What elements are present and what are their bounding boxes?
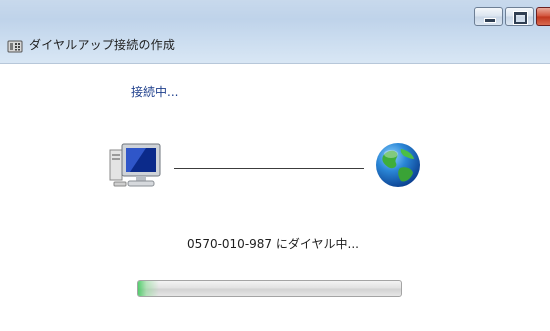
dialing-message: 0570-010-987 にダイヤル中... — [187, 237, 359, 251]
dialup-connection-window: ダイヤルアップ接続の作成 接続中... 0570-010-987 にダイヤル中.… — [0, 0, 550, 331]
header-divider — [0, 63, 550, 64]
dialing-message-row: 0570-010-987 にダイヤル中... — [0, 235, 550, 252]
caption-buttons — [474, 7, 550, 26]
computer-icon — [108, 142, 162, 190]
minimize-icon — [484, 18, 496, 23]
window-header: ダイヤルアップ接続の作成 — [0, 0, 550, 64]
window-title: ダイヤルアップ接続の作成 — [29, 38, 176, 52]
connection-line — [174, 168, 364, 169]
maximize-icon — [513, 11, 528, 25]
progress-fill — [138, 281, 160, 296]
connection-progress-bar — [137, 280, 402, 297]
connection-status: 接続中... — [131, 85, 179, 99]
globe-icon — [374, 140, 422, 190]
maximize-button[interactable] — [505, 7, 534, 26]
phone-dialer-icon — [7, 38, 23, 52]
title-bar: ダイヤルアップ接続の作成 — [7, 36, 175, 53]
minimize-button[interactable] — [474, 7, 503, 26]
close-button[interactable] — [536, 7, 550, 26]
